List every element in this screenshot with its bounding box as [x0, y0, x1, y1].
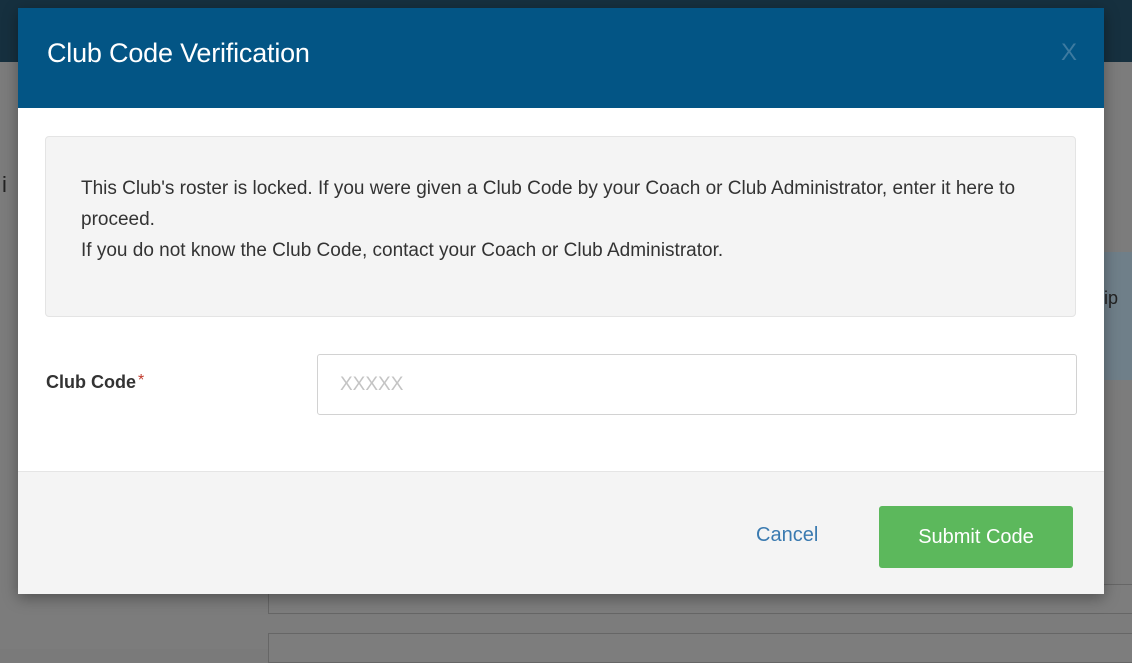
- info-line-locked: This Club's roster is locked. If you wer…: [81, 178, 1016, 230]
- modal-footer: Cancel Submit Code: [18, 471, 1104, 594]
- info-message: This Club's roster is locked. If you wer…: [81, 173, 1041, 266]
- background-text-fragment: ip: [1104, 288, 1119, 308]
- cancel-button[interactable]: Cancel: [756, 524, 818, 547]
- info-line-contact: If you do not know the Club Code, contac…: [81, 240, 724, 261]
- club-code-modal: Club Code Verification X This Club's ros…: [18, 8, 1104, 594]
- background-field: [268, 633, 1132, 663]
- close-icon[interactable]: X: [1056, 40, 1082, 66]
- submit-code-button[interactable]: Submit Code: [879, 506, 1073, 568]
- club-code-input[interactable]: [317, 354, 1077, 415]
- modal-header: Club Code Verification X: [18, 8, 1104, 108]
- required-marker: *: [138, 372, 145, 389]
- club-code-label-text: Club Code: [46, 372, 136, 392]
- club-code-label: Club Code *: [46, 372, 144, 393]
- modal-title: Club Code Verification: [47, 38, 310, 68]
- background-text-fragment: i: [2, 172, 7, 197]
- info-message-box: This Club's roster is locked. If you wer…: [45, 136, 1076, 317]
